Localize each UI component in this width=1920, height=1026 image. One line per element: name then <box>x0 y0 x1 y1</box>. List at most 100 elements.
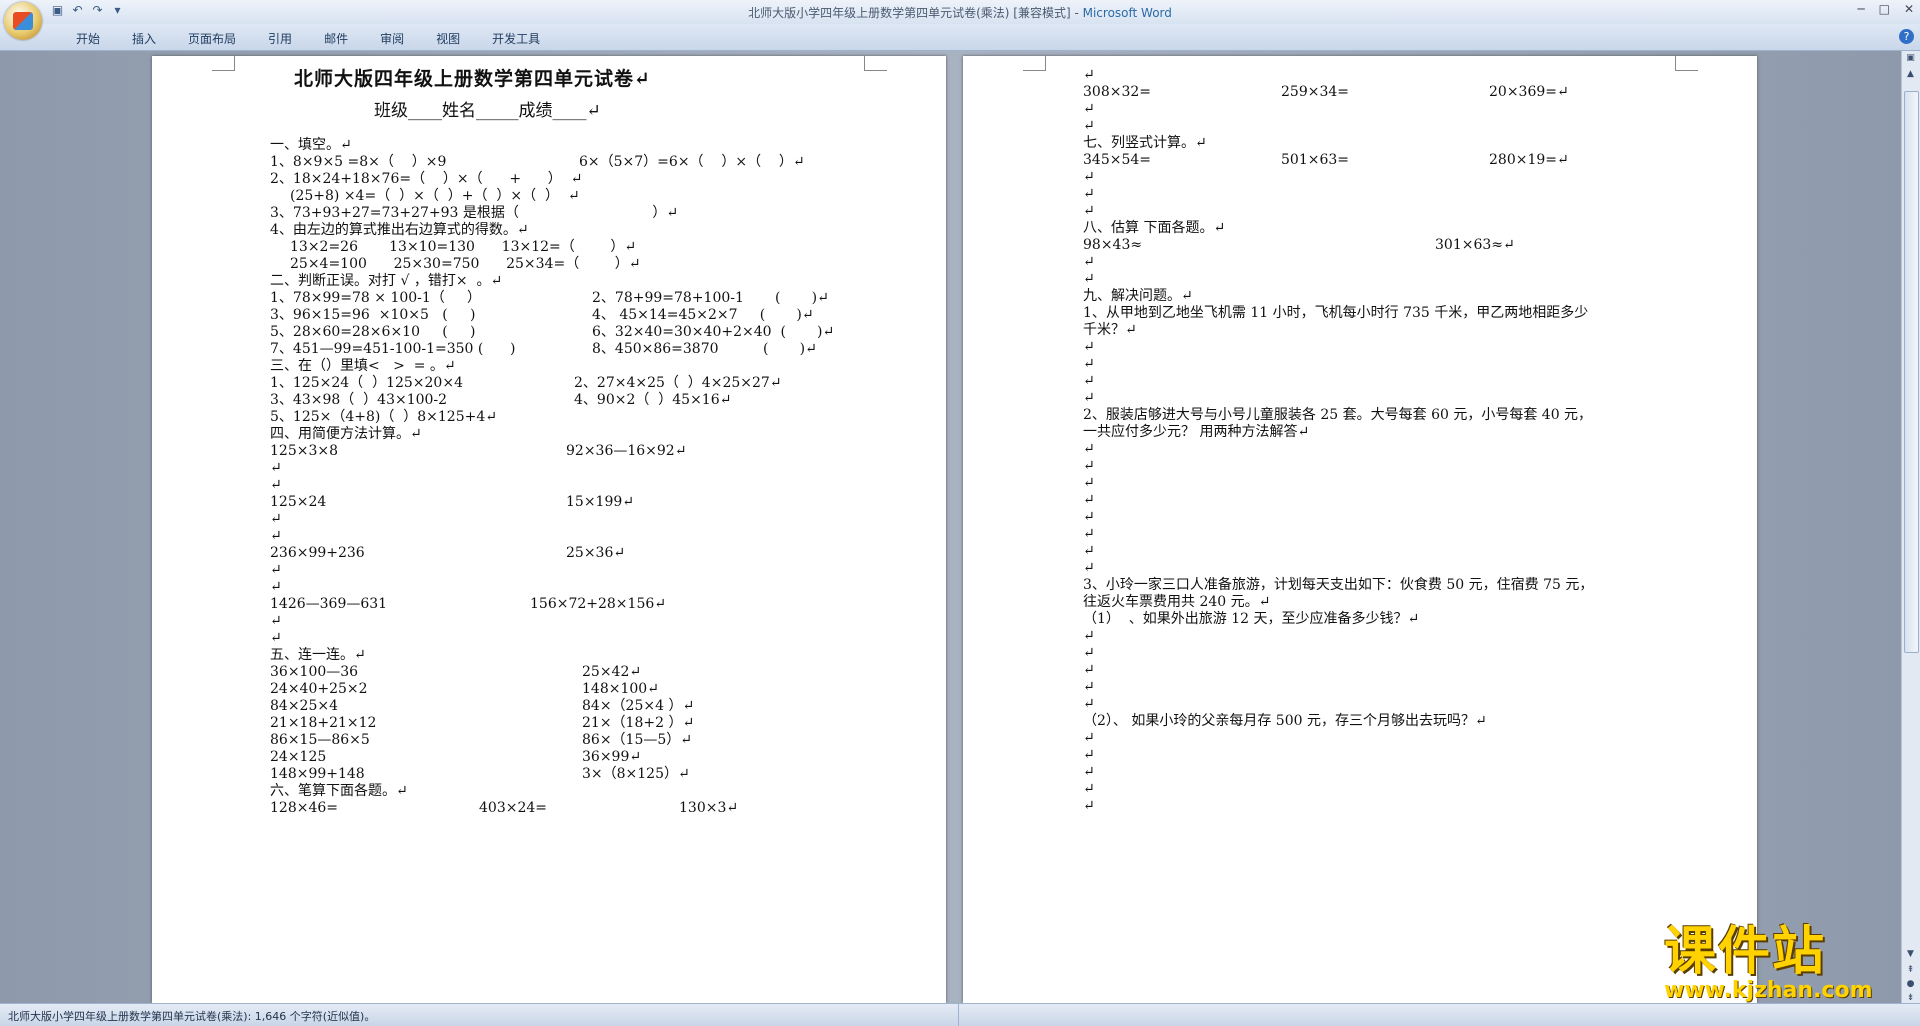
scroll-down-icon[interactable]: ▼ <box>1904 949 1917 962</box>
document-text-line: ↵ <box>270 528 282 544</box>
ribbon-tab[interactable]: 引用 <box>252 30 308 47</box>
scrollbar-thumb[interactable] <box>1904 91 1919 653</box>
document-text-line: 24×40+25×2 <box>270 681 368 697</box>
document-text-line: 3、43×98（ ）43×100-2 <box>270 392 448 408</box>
document-page-1[interactable]: 北师大版四年级上册数学第四单元试卷↵ 班级____姓名_____成绩____↵ … <box>152 56 946 1003</box>
document-text-line: 130×3↵ <box>679 800 739 816</box>
document-text-line: 92×36—16×92↵ <box>566 443 687 459</box>
previous-page-icon[interactable]: ⇞ <box>1904 965 1917 978</box>
ribbon-tab[interactable]: 插入 <box>116 30 172 47</box>
document-text-line: 4、90×2（ ）45×16↵ <box>574 392 732 408</box>
document-text-line: ↵ <box>1083 475 1095 491</box>
document-text-line: 1、从甲地到乙地坐飞机需 11 小时，飞机每小时行 735 千米，甲乙两地相距多… <box>1083 305 1589 321</box>
document-text-line: ↵ <box>1083 645 1095 661</box>
crop-mark <box>1023 56 1046 71</box>
document-title-heading: 北师大版四年级上册数学第四单元试卷↵ <box>294 68 651 90</box>
status-divider <box>958 1004 959 1026</box>
document-text-line: ↵ <box>1083 339 1095 355</box>
document-text-line: ↵ <box>1083 679 1095 695</box>
document-text-line: ↵ <box>270 477 282 493</box>
ribbon-tab[interactable]: 视图 <box>420 30 476 47</box>
document-text-line: ↵ <box>1083 356 1095 372</box>
ribbon-tab[interactable]: 开始 <box>60 30 116 47</box>
document-text-line: 2、78+99=78+100-1 ( )↵ <box>592 290 829 306</box>
document-text-line: ↵ <box>270 511 282 527</box>
document-text-line: ↵ <box>1083 390 1095 406</box>
document-text-line: 8、450×86=3870 ( )↵ <box>592 341 817 357</box>
document-text-line: （1） 、如果外出旅游 12 天，至少应准备多少钱？↵ <box>1083 611 1420 627</box>
document-text-line: 301×63≈↵ <box>1435 237 1515 253</box>
ribbon-tab[interactable]: 开发工具 <box>476 30 556 47</box>
document-text-line: 八、估算 下面各题。↵ <box>1083 220 1226 236</box>
document-text-line: 3×（8×125）↵ <box>582 766 690 782</box>
office-logo-icon <box>13 12 33 30</box>
document-text-line: ↵ <box>1083 458 1095 474</box>
watermark-logo: 课件站 www.kjzhan.com <box>1664 924 1904 1002</box>
document-text-line: ↵ <box>1083 118 1095 134</box>
document-text-line: 3、小玲一家三口人准备旅游，计划每天支出如下：伙食费 50 元，住宿费 75 元… <box>1083 577 1594 593</box>
document-text-line: 一、填空。↵ <box>270 137 352 153</box>
document-text-line: 三、在（）里填< > = 。↵ <box>270 358 456 374</box>
document-text-line: 3、96×15=96 ×10×5 ( ) <box>270 307 476 323</box>
ruler-toggle-icon[interactable]: ▣ <box>1904 53 1917 66</box>
document-text-line: ↵ <box>1083 628 1095 644</box>
document-text-line: ↵ <box>1083 662 1095 678</box>
document-text-line: 6×（5×7）=6×（ ）×（ ）↵ <box>579 154 805 170</box>
document-text-line: 84×25×4 <box>270 698 338 714</box>
document-text-line: 千米？↵ <box>1083 322 1137 338</box>
document-text-line: ↵ <box>1083 271 1095 287</box>
vertical-scrollbar[interactable]: ▣ ▲ ▼ ⇞ ● ⇟ <box>1901 51 1920 1003</box>
document-text-line: 3、73+93+27=73+27+93 是根据（ ）↵ <box>270 205 679 221</box>
document-text-line: ↵ <box>270 630 282 646</box>
ribbon-tab[interactable]: 邮件 <box>308 30 364 47</box>
document-text-line: 125×24 <box>270 494 327 510</box>
crop-mark <box>1675 56 1698 71</box>
document-text-line: 四、用简便方法计算。↵ <box>270 426 422 442</box>
document-text-line: 156×72+28×156↵ <box>530 596 666 612</box>
document-text-line: 236×99+236 <box>270 545 365 561</box>
document-text-line: 6、32×40=30×40+2×40 ( )↵ <box>592 324 835 340</box>
ribbon-tabs: 开始 插入 页面布局 引用 邮件 审阅 视图 开发工具 <box>60 30 556 47</box>
document-text-line: 501×63= <box>1281 152 1349 168</box>
ribbon-tab[interactable]: 页面布局 <box>172 30 252 47</box>
document-text-line: ↵ <box>1083 543 1095 559</box>
document-text-line: 345×54= <box>1083 152 1151 168</box>
document-text-line: 九、解决问题。↵ <box>1083 288 1193 304</box>
document-text-line: 13×2=26 13×10=130 13×12=（ ）↵ <box>290 239 637 255</box>
document-text-line: ↵ <box>1083 747 1095 763</box>
document-text-line: 15×199↵ <box>566 494 634 510</box>
document-text-line: 1426—369—631 <box>270 596 388 612</box>
help-icon[interactable]: ? <box>1899 29 1914 44</box>
document-text-line: ↵ <box>1083 186 1095 202</box>
document-title: 北师大版小学四年级上册数学第四单元试卷(乘法) [兼容模式] - <box>748 6 1083 20</box>
minimize-icon[interactable]: ─ <box>1857 2 1864 16</box>
document-text-line: 84×（25×4 ）↵ <box>582 698 695 714</box>
document-text-line: 21×18+21×12 <box>270 715 377 731</box>
select-browse-object-icon[interactable]: ● <box>1904 979 1917 992</box>
document-text-line: 七、列竖式计算。↵ <box>1083 135 1207 151</box>
document-text-line: 36×100—36 <box>270 664 359 680</box>
document-text-line: ↵ <box>270 460 282 476</box>
document-text-line: 25×36↵ <box>566 545 626 561</box>
document-text-line: ↵ <box>1083 781 1095 797</box>
document-text-line: 往返火车票费用共 240 元。↵ <box>1083 594 1271 610</box>
maximize-icon[interactable]: □ <box>1879 2 1890 16</box>
scroll-up-icon[interactable]: ▲ <box>1904 69 1917 82</box>
document-page-2[interactable]: ↵ 308×32= 259×34= 20×369=↵ ↵ ↵ 七、列竖式计算。↵ 345×54… <box>963 56 1757 1003</box>
document-text-line: 20×369=↵ <box>1489 84 1569 100</box>
document-text-line: 7、451—99=451-100-1=350 ( ) <box>270 341 516 357</box>
document-text-line: 21×（18+2 ）↵ <box>582 715 695 731</box>
ribbon-tab[interactable]: 审阅 <box>364 30 420 47</box>
watermark-cn: 课件站 <box>1664 922 1827 982</box>
close-icon[interactable]: ✕ <box>1904 2 1914 16</box>
office-button[interactable] <box>4 2 42 40</box>
document-text-line: 125×3×8 <box>270 443 338 459</box>
document-text-line: 148×99+148 <box>270 766 365 782</box>
document-text-line: 86×（15—5）↵ <box>582 732 692 748</box>
document-text-line: 5、28×60=28×6×10 ( ) <box>270 324 476 340</box>
ribbon: 开始 插入 页面布局 引用 邮件 审阅 视图 开发工具 ? <box>0 24 1920 51</box>
document-text-line: 4、 45×14=45×2×7 ( )↵ <box>592 307 814 323</box>
document-text-line: ↵ <box>1083 696 1095 712</box>
document-text-line: ↵ <box>270 613 282 629</box>
window-title: 北师大版小学四年级上册数学第四单元试卷(乘法) [兼容模式] - Microso… <box>0 4 1920 21</box>
